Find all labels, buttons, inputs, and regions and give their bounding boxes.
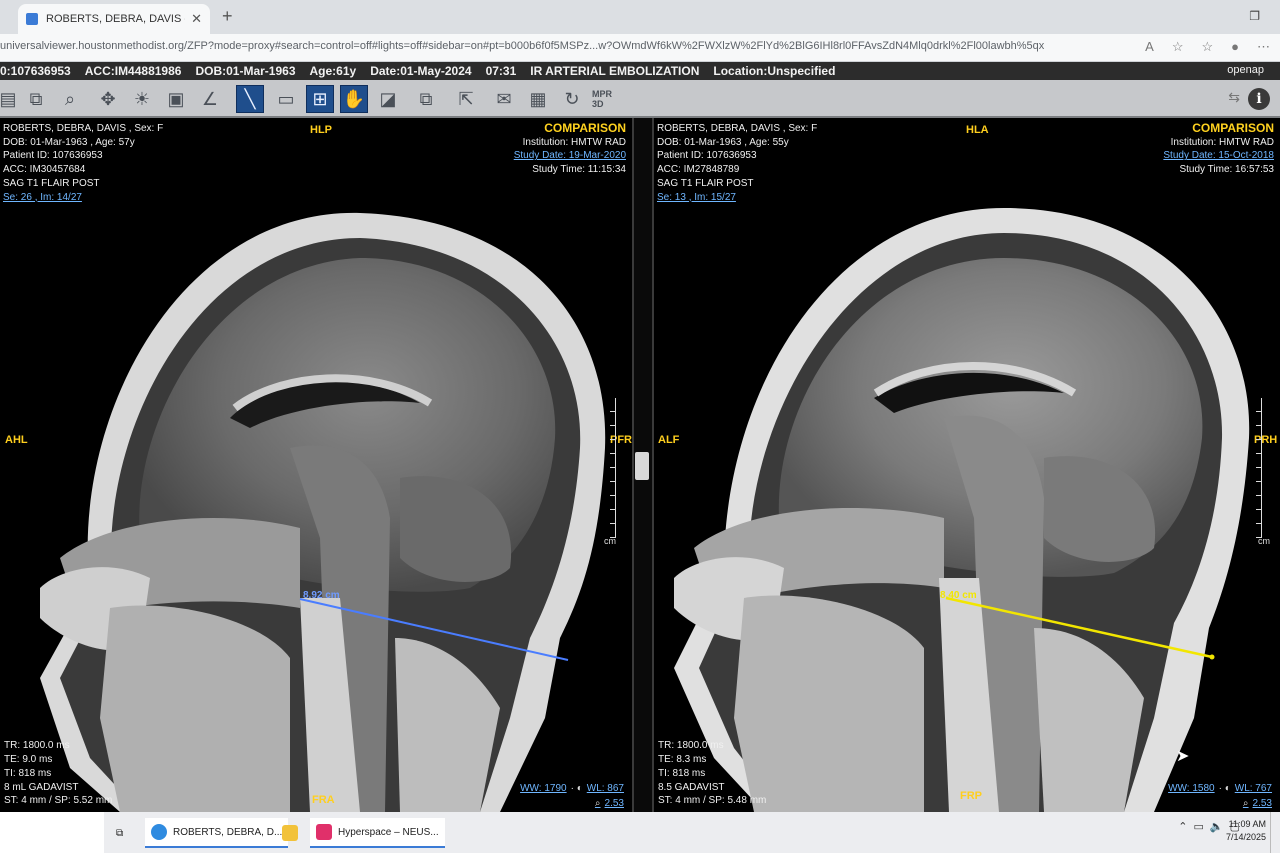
- banner-dob: DOB:01-Mar-1963: [195, 64, 296, 78]
- ruler-tool-icon[interactable]: ▭: [272, 85, 300, 113]
- taskbar-clock[interactable]: 11:09 AM 7/14/2025: [1226, 818, 1266, 844]
- browser-tab-bar: ROBERTS, DEBRA, DAVIS - Unive ✕ + ❐: [0, 0, 1280, 34]
- angle-tool-icon[interactable]: ∠: [196, 85, 224, 113]
- browser-tab[interactable]: ROBERTS, DEBRA, DAVIS - Unive ✕: [18, 4, 210, 34]
- new-tab-icon[interactable]: +: [222, 6, 233, 27]
- layout-tool-icon[interactable]: ▤: [0, 85, 22, 113]
- favorite-star-icon[interactable]: ☆: [1172, 39, 1184, 55]
- banner-time: 07:31: [485, 64, 517, 78]
- clock-date: 7/14/2025: [1225, 832, 1266, 842]
- left-ti: TI: 818 ms: [4, 767, 52, 779]
- banner-location: Location:Unspecified: [713, 64, 836, 78]
- left-ww[interactable]: WW: 1790: [520, 783, 567, 794]
- mpr-3d-tool-icon[interactable]: MPR 3D: [592, 85, 620, 113]
- taskbar-item-explorer[interactable]: [276, 818, 310, 848]
- left-st-sp: ST: 4 mm / SP: 5.52 mm: [4, 795, 113, 807]
- right-wl[interactable]: WL: 767: [1235, 783, 1272, 794]
- network-icon[interactable]: ▭: [1193, 820, 1203, 833]
- viewer-toolbar: ▤ ⧉ ⌕ ✥ ☀ ▣ ∠ ╲ ▭ ⊞ ✋ ◪ ⧉ ⇱ ✉ ▦ ↻ MPR 3D…: [0, 80, 1280, 118]
- left-zoom-value: 2.53: [604, 798, 624, 809]
- email-tool-icon[interactable]: ✉: [490, 85, 518, 113]
- window-level-tool-icon[interactable]: ☀: [128, 85, 156, 113]
- reset-tool-icon[interactable]: ↻: [558, 85, 586, 113]
- left-zoom-icon: ⌕: [594, 798, 601, 809]
- task-view-icon[interactable]: ⧉: [110, 818, 129, 848]
- right-ti: TI: 818 ms: [658, 767, 706, 779]
- left-wl[interactable]: WL: 867: [587, 783, 624, 794]
- right-zoom-value: 2.53: [1252, 798, 1272, 809]
- copy-tool-icon[interactable]: ⧉: [412, 85, 440, 113]
- banner-date: Date:01-May-2024: [370, 64, 472, 78]
- sync-arrows-icon[interactable]: ⇆: [1228, 89, 1240, 106]
- banner-study: IR ARTERIAL EMBOLIZATION: [530, 64, 700, 78]
- profile-icon[interactable]: ●: [1231, 39, 1239, 55]
- right-acquisition-info: TR: 1800.0 ms TE: 8.3 ms TI: 818 ms 8.5 …: [658, 739, 766, 808]
- left-measurement-label: 8.92 cm: [303, 590, 340, 601]
- right-zoom[interactable]: ⌕ 2.53: [1243, 798, 1272, 809]
- export-tool-icon[interactable]: ⇱: [452, 85, 480, 113]
- right-te: TE: 8.3 ms: [658, 754, 707, 766]
- right-measurement-line[interactable]: [654, 118, 1280, 812]
- mouse-cursor-icon: ➤: [1176, 748, 1190, 765]
- grid-layout-tool-icon[interactable]: ⊞: [306, 85, 334, 113]
- right-wl-separator-icon: · ◐: [1218, 783, 1231, 794]
- right-ww[interactable]: WW: 1580: [1168, 783, 1215, 794]
- left-viewport[interactable]: ROBERTS, DEBRA, DAVIS , Sex: F DOB: 01-M…: [0, 118, 632, 812]
- info-icon[interactable]: i: [1248, 88, 1270, 110]
- read-aloud-icon[interactable]: A: [1145, 39, 1154, 55]
- right-contrast: 8.5 GADAVIST: [658, 781, 725, 793]
- banner-age: Age:61y: [309, 64, 357, 78]
- more-menu-icon[interactable]: ⋯: [1257, 39, 1270, 55]
- zoom-tool-icon[interactable]: ⌕: [56, 85, 84, 113]
- right-viewport[interactable]: ROBERTS, DEBRA, DAVIS , Sex: F DOB: 01-M…: [654, 118, 1280, 812]
- taskbar-item-hyperspace-label: Hyperspace – NEUS...: [338, 826, 439, 838]
- tab-title: ROBERTS, DEBRA, DAVIS - Unive: [46, 13, 185, 25]
- left-measurement-line[interactable]: [0, 118, 632, 812]
- left-wl-separator-icon: · ◐: [570, 783, 583, 794]
- brand-logo: openap: [1227, 64, 1264, 76]
- line-measure-tool-icon[interactable]: ╲: [236, 85, 264, 113]
- cine-tool-icon[interactable]: ▣: [162, 85, 190, 113]
- close-tab-icon[interactable]: ✕: [191, 11, 202, 27]
- left-te: TE: 9.0 ms: [4, 754, 53, 766]
- taskbar: ⧉ ROBERTS, DEBRA, D... Hyperspace – NEUS…: [0, 812, 1280, 853]
- left-acquisition-info: TR: 1800.0 ms TE: 9.0 ms TI: 818 ms 8 mL…: [4, 739, 112, 808]
- hand-tool-icon[interactable]: ✋: [340, 85, 368, 113]
- favorites-icon[interactable]: ☆: [1201, 39, 1213, 55]
- patient-banner: 0:107636953 ACC:IM44881986 DOB:01-Mar-19…: [0, 62, 1280, 80]
- address-bar: universalviewer.houstonmethodist.org/ZFP…: [0, 34, 1280, 62]
- taskbar-item-viewer[interactable]: ROBERTS, DEBRA, D...: [145, 818, 289, 848]
- viewport-scroll-thumb[interactable]: [635, 452, 649, 480]
- url-field[interactable]: universalviewer.houstonmethodist.org/ZFP…: [0, 40, 1090, 52]
- clock-time: 11:09 AM: [1228, 819, 1266, 829]
- taskbar-item-hyperspace[interactable]: Hyperspace – NEUS...: [310, 818, 445, 848]
- edge-browser-icon: [151, 824, 167, 840]
- volume-icon[interactable]: 🔈: [1210, 820, 1224, 833]
- start-area: [0, 812, 104, 853]
- right-tr: TR: 1800.0 ms: [658, 740, 724, 752]
- calendar-tool-icon[interactable]: ▦: [524, 85, 552, 113]
- hyperspace-icon: [316, 824, 332, 840]
- right-zoom-icon: ⌕: [1242, 798, 1249, 809]
- left-zoom[interactable]: ⌕ 2.53: [595, 798, 624, 809]
- pan-tool-icon[interactable]: ✥: [94, 85, 122, 113]
- stack-tool-icon[interactable]: ⧉: [22, 85, 50, 113]
- invert-tool-icon[interactable]: ◪: [374, 85, 402, 113]
- banner-patient-id: 0:107636953: [0, 64, 71, 78]
- taskbar-item-viewer-label: ROBERTS, DEBRA, D...: [173, 826, 283, 838]
- banner-acc: ACC:IM44881986: [84, 64, 182, 78]
- right-window-info: WW: 1580 · ◐ WL: 767: [1168, 783, 1272, 794]
- restore-window-icon[interactable]: ❐: [1249, 9, 1260, 23]
- viewer-favicon-icon: [26, 13, 38, 25]
- folder-icon: [282, 825, 298, 841]
- tray-chevron-icon[interactable]: ⌃: [1178, 820, 1187, 833]
- left-tr: TR: 1800.0 ms: [4, 740, 70, 752]
- show-desktop-button[interactable]: [1270, 812, 1280, 853]
- right-st-sp: ST: 4 mm / SP: 5.48 mm: [658, 795, 767, 807]
- left-contrast: 8 mL GADAVIST: [4, 781, 79, 793]
- right-measurement-label: 8.40 cm: [940, 590, 977, 601]
- left-window-info: WW: 1790 · ◐ WL: 867: [520, 783, 624, 794]
